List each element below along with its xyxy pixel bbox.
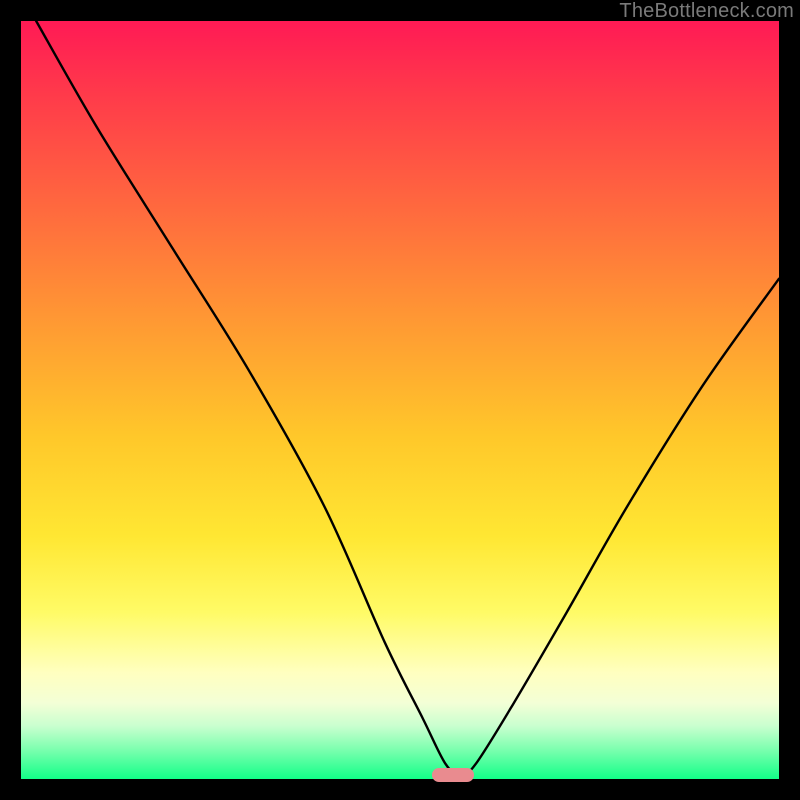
optimum-marker — [432, 768, 474, 782]
plot-area — [21, 21, 779, 779]
watermark-text: TheBottleneck.com — [619, 0, 794, 23]
chart-frame — [21, 21, 779, 779]
curve-path — [36, 21, 779, 775]
bottleneck-curve — [21, 21, 779, 779]
